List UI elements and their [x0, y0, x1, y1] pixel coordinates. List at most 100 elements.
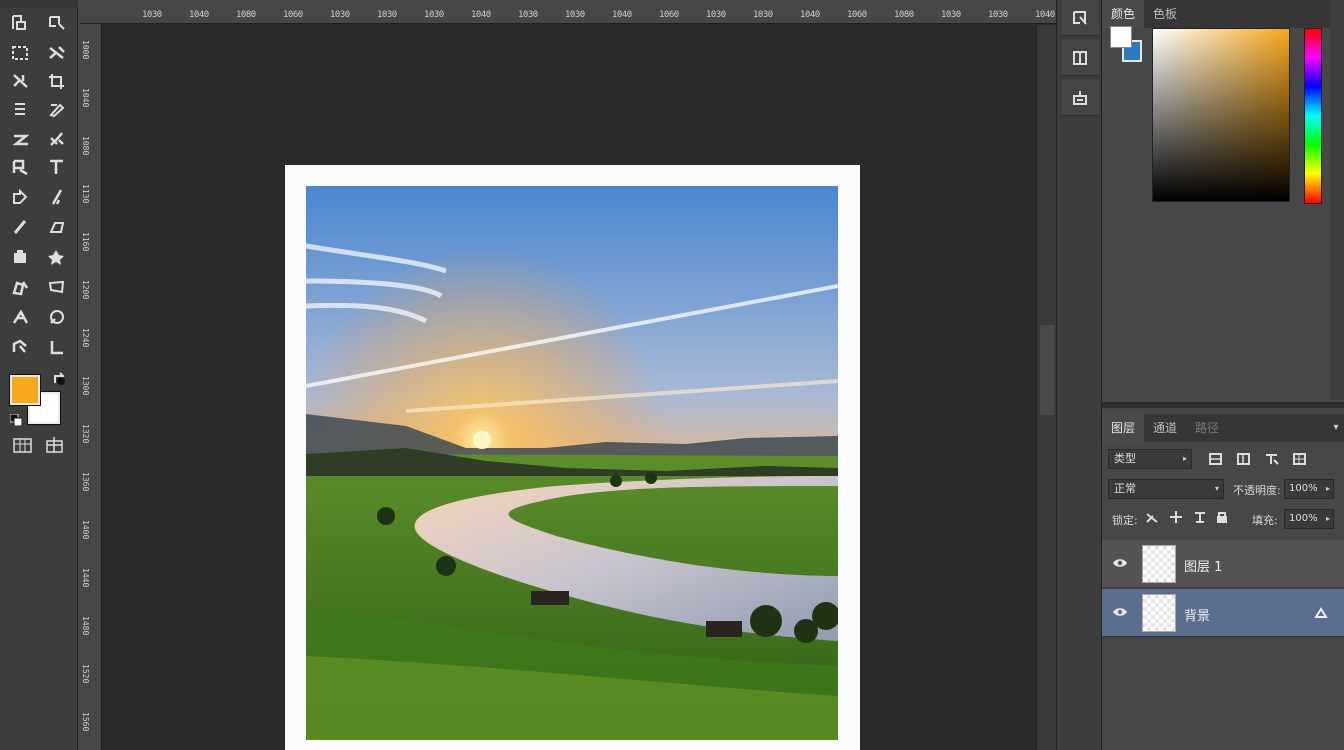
hue-slider[interactable]	[1304, 28, 1322, 204]
ruler-tick-label: 1030	[706, 10, 726, 20]
vertical-ruler[interactable]: 1000 1040 1080 1130 1160 1200 1240 1300 1320 1360…	[78, 0, 102, 750]
properties-icon	[1073, 50, 1087, 65]
ruler-tick-label: 1040	[612, 10, 632, 20]
rotate-view-tool-icon[interactable]	[42, 304, 72, 330]
lock-pixels-icon[interactable]	[1144, 510, 1160, 524]
pen-tool-icon[interactable]	[42, 184, 72, 210]
foreground-color-swatch[interactable]	[9, 374, 41, 406]
eyedropper-tool-icon[interactable]	[42, 96, 72, 122]
gradient-tool-icon[interactable]	[42, 214, 72, 240]
ruler-tick-label: 1000	[81, 40, 90, 60]
tab-color[interactable]: 颜色	[1102, 0, 1145, 28]
crop-tool-icon[interactable]	[42, 68, 72, 94]
layers-panel-menu-icon[interactable]: ▾	[1328, 414, 1344, 442]
ruler-tick-label: 1440	[81, 568, 90, 588]
zoom-tool-icon[interactable]	[42, 334, 72, 360]
dodge-tool-icon[interactable]	[6, 274, 36, 300]
ruler-tick-label: 1200	[81, 280, 90, 300]
opacity-value: 100%	[1289, 483, 1318, 494]
lock-artboard-icon[interactable]	[1192, 510, 1208, 524]
color-picker-field[interactable]	[1152, 28, 1290, 202]
layer-row[interactable]: 图层 1	[1102, 540, 1344, 588]
path-select-tool-icon[interactable]	[42, 274, 72, 300]
ruler-tick-label: 1030	[941, 10, 961, 20]
shape-filter-icon[interactable]	[1292, 452, 1308, 466]
tab-channels[interactable]: 通道	[1144, 414, 1186, 442]
tab-paths[interactable]: 路径	[1186, 414, 1228, 442]
kind-filter-value: 类型	[1114, 452, 1136, 465]
photoshop-window: 1000 1040 1080 1130 1160 1200 1240 1300 1320 1360…	[0, 0, 1344, 750]
paint-bucket-tool-icon[interactable]	[6, 244, 36, 270]
layer-lock-icon[interactable]	[1314, 606, 1328, 620]
properties-panel-button[interactable]	[1061, 40, 1099, 76]
default-colors-icon[interactable]	[10, 414, 22, 426]
visibility-eye-icon[interactable]	[1112, 556, 1128, 570]
healing-tool-icon[interactable]	[6, 126, 36, 152]
type-filter-icon[interactable]	[1264, 452, 1280, 466]
color-panel-scrollbar[interactable]	[1330, 0, 1344, 400]
brush-tool-icon[interactable]	[42, 126, 72, 152]
scrollbar-thumb[interactable]	[1040, 325, 1054, 415]
lasso-tool-icon[interactable]	[42, 40, 72, 66]
ruler-tick-label: 1060	[659, 10, 679, 20]
layer-thumbnail	[1142, 594, 1176, 632]
layer-name[interactable]: 图层 1	[1184, 556, 1222, 575]
ruler-tick-label: 1060	[847, 10, 867, 20]
ruler-tick-label: 1080	[894, 10, 914, 20]
visibility-eye-icon[interactable]	[1112, 605, 1128, 619]
panel-icon-strip	[1056, 0, 1102, 750]
tab-layers[interactable]: 图层	[1102, 414, 1145, 442]
hand-tool-icon[interactable]	[6, 334, 36, 360]
opacity-label: 不透明度:	[1233, 484, 1281, 497]
swap-colors-icon[interactable]	[52, 372, 68, 386]
ruler-tick-label: 1040	[1035, 10, 1055, 20]
fill-value: 100%	[1289, 513, 1318, 524]
move-tool-icon[interactable]	[6, 10, 36, 36]
history-brush-tool-icon[interactable]	[6, 184, 36, 210]
ruler-tick-label: 1030	[142, 10, 162, 20]
history-panel-button[interactable]	[1061, 0, 1099, 36]
screen-mode-icon[interactable]	[44, 436, 66, 454]
ruler-tick-label: 1030	[988, 10, 1008, 20]
ruler-tick-label: 1400	[81, 520, 90, 540]
adjustment-filter-icon[interactable]	[1236, 452, 1252, 466]
layer-row-selected[interactable]: 背景	[1102, 589, 1344, 637]
tab-swatches[interactable]: 色板	[1144, 0, 1186, 28]
lock-position-icon[interactable]	[1168, 510, 1184, 524]
ruler-tick-label: 1160	[81, 232, 90, 252]
layer-name[interactable]: 背景	[1184, 605, 1210, 624]
blend-mode-dropdown[interactable]: 正常 ▾	[1108, 479, 1224, 499]
ruler-tick-label: 1360	[81, 472, 90, 492]
fill-field[interactable]: 100% ▸	[1284, 509, 1334, 529]
document-canvas[interactable]	[285, 165, 860, 750]
opacity-field[interactable]: 100% ▸	[1284, 479, 1334, 499]
color-panel-foreground-swatch[interactable]	[1110, 26, 1132, 48]
ruler-tick-label: 1240	[81, 328, 90, 348]
quick-select-tool-icon[interactable]	[6, 68, 36, 94]
pixel-filter-icon[interactable]	[1208, 452, 1224, 466]
shape-tool-icon[interactable]	[42, 244, 72, 270]
ruler-tick-label: 1040	[81, 88, 90, 108]
horizontal-ruler[interactable]: 1030 1040 1080 1060 1030 1030 1030 1040 1030 1030…	[80, 0, 1102, 24]
ruler-tick-label: 1030	[424, 10, 444, 20]
canvas-vertical-scrollbar[interactable]	[1036, 25, 1056, 750]
lock-all-icon[interactable]	[1214, 510, 1230, 524]
panel-divider[interactable]	[1102, 402, 1344, 408]
eraser-tool-icon[interactable]	[6, 214, 36, 240]
clone-stamp-tool-icon[interactable]	[6, 154, 36, 180]
toolbar-grip[interactable]	[0, 0, 78, 8]
3d-rotate-tool-icon[interactable]	[6, 304, 36, 330]
layer-kind-filter-dropdown[interactable]: 类型 ▸	[1108, 449, 1192, 469]
type-tool-icon[interactable]	[42, 154, 72, 180]
ruler-tick-label: 1480	[81, 616, 90, 636]
document-canvas-area[interactable]	[102, 25, 1036, 750]
marquee-tool-icon[interactable]	[6, 40, 36, 66]
frame-tool-icon[interactable]	[6, 96, 36, 122]
ruler-tick-label: 1130	[81, 184, 90, 204]
adjustments-panel-button[interactable]	[1061, 80, 1099, 116]
artboard-tool-icon[interactable]	[42, 10, 72, 36]
quick-mask-icon[interactable]	[12, 436, 34, 454]
ruler-tick-label: 1030	[565, 10, 585, 20]
dropdown-arrow-icon: ▾	[1214, 484, 1219, 493]
layer-thumbnail	[1142, 545, 1176, 583]
